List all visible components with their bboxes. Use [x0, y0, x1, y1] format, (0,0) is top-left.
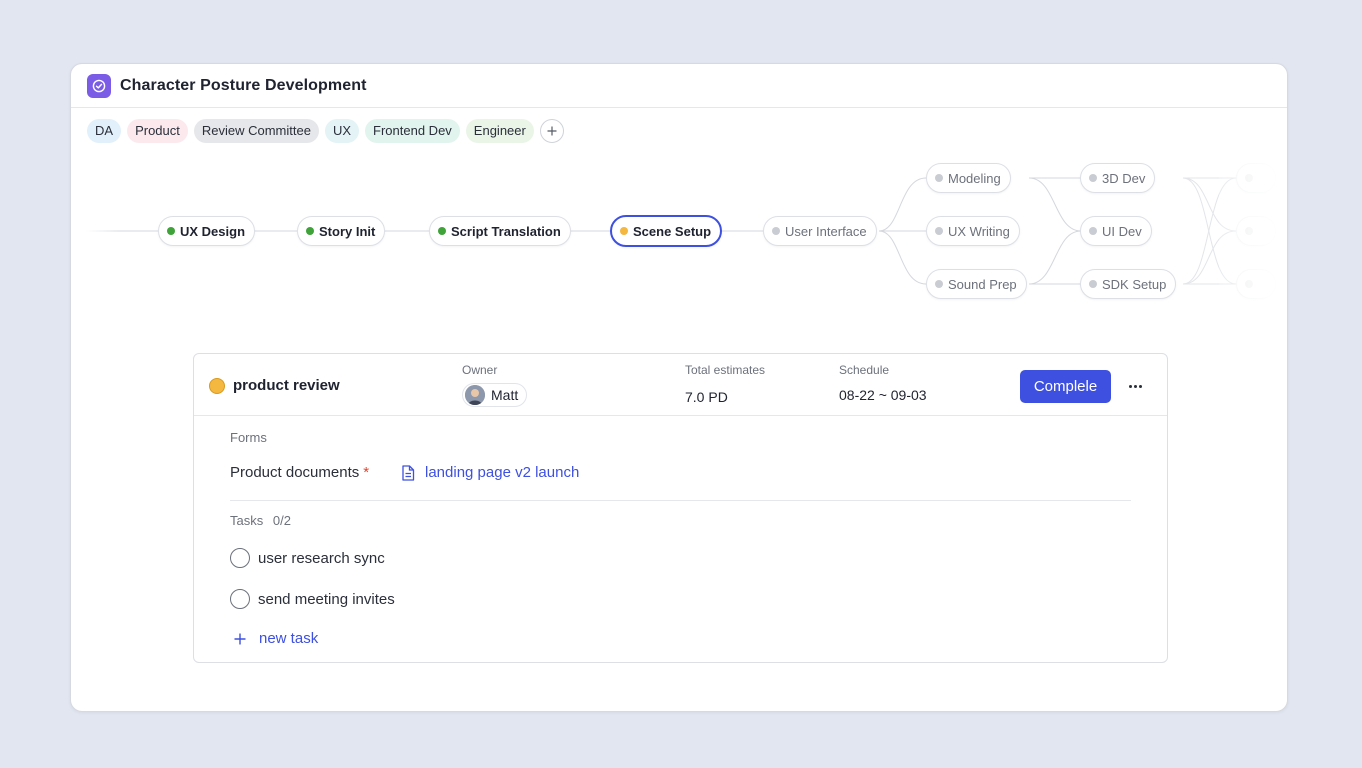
- add-tag-button[interactable]: [539, 119, 564, 143]
- node-label: 3D Dev: [1102, 170, 1146, 186]
- node-ux-design[interactable]: UX Design: [158, 216, 256, 246]
- document-link-label: landing page v2 launch: [425, 464, 580, 481]
- graph-fade-right: [1219, 154, 1287, 314]
- document-link[interactable]: landing page v2 launch: [401, 464, 579, 481]
- plus-icon: [234, 633, 246, 644]
- owner-chip[interactable]: Matt: [462, 383, 528, 407]
- check-circle-icon: [87, 73, 111, 98]
- section-divider: [230, 500, 1131, 501]
- tag-da[interactable]: DA: [87, 119, 122, 143]
- workflow-card: Character Posture Development DA Product…: [70, 63, 1288, 712]
- new-task-label: new task: [259, 630, 319, 647]
- node-3d-dev[interactable]: 3D Dev: [1080, 163, 1156, 193]
- node-story-init[interactable]: Story Init: [297, 216, 386, 246]
- node-label: Story Init: [319, 223, 376, 239]
- status-pending-icon: [935, 174, 943, 182]
- stage-name: product review: [233, 377, 340, 394]
- estimates-label: Total estimates: [685, 363, 766, 377]
- node-modeling[interactable]: Modeling: [926, 163, 1011, 193]
- node-ux-writing[interactable]: UX Writing: [926, 216, 1020, 246]
- status-done-icon: [438, 227, 446, 235]
- node-label: Sound Prep: [948, 276, 1017, 292]
- node-label: UI Dev: [1102, 223, 1142, 239]
- node-label: SDK Setup: [1102, 276, 1167, 292]
- tasks-count: 0/2: [272, 513, 291, 528]
- stage-detail-header: product review Owner Matt Total estimate…: [194, 354, 1167, 416]
- tag-engineer[interactable]: Engineer: [465, 119, 534, 143]
- required-mark: *: [363, 464, 370, 481]
- stage-detail-panel: product review Owner Matt Total estimate…: [193, 353, 1168, 663]
- document-icon: [402, 464, 415, 481]
- tag-frontend-dev[interactable]: Frontend Dev: [365, 119, 460, 143]
- tasks-section-label: Tasks 0/2: [230, 513, 291, 528]
- owner-label: Owner: [462, 363, 498, 377]
- avatar: [465, 385, 485, 405]
- status-pending-icon: [935, 280, 943, 288]
- node-label: Scene Setup: [633, 223, 712, 239]
- tasks-label: Tasks: [230, 513, 264, 528]
- workflow-graph: UX Design Story Init Script Translation …: [71, 154, 1287, 314]
- node-script-translation[interactable]: Script Translation: [429, 216, 571, 246]
- task-label[interactable]: user research sync: [258, 550, 385, 567]
- node-user-interface[interactable]: User Interface: [763, 216, 877, 246]
- task-item: send meeting invites: [230, 589, 395, 609]
- node-label: Modeling: [948, 170, 1001, 186]
- status-pending-icon: [935, 227, 943, 235]
- task-label[interactable]: send meeting invites: [258, 591, 395, 608]
- task-checkbox[interactable]: [230, 589, 250, 609]
- graph-fade-left: [71, 154, 121, 314]
- new-task-button[interactable]: new task: [234, 630, 318, 647]
- status-pending-icon: [1089, 280, 1097, 288]
- status-pending-icon: [1089, 174, 1097, 182]
- schedule-value[interactable]: 08-22 ~ 09-03: [839, 387, 927, 403]
- task-item: user research sync: [230, 548, 385, 568]
- forms-section-label: Forms: [230, 430, 267, 445]
- node-sdk-setup[interactable]: SDK Setup: [1080, 269, 1177, 299]
- node-label: User Interface: [785, 223, 867, 239]
- status-done-icon: [306, 227, 314, 235]
- complete-button[interactable]: Complele: [1020, 370, 1111, 403]
- plus-icon: [547, 126, 557, 136]
- status-pending-icon: [772, 227, 780, 235]
- node-label: UX Design: [180, 223, 246, 239]
- tag-list: DA Product Review Committee UX Frontend …: [87, 119, 564, 143]
- tag-review-committee[interactable]: Review Committee: [193, 119, 319, 143]
- status-pending-icon: [1089, 227, 1097, 235]
- page-title: Character Posture Development: [120, 76, 367, 94]
- node-ui-dev[interactable]: UI Dev: [1080, 216, 1152, 246]
- more-options-icon[interactable]: [1124, 374, 1146, 398]
- status-in-progress-icon: [209, 378, 225, 394]
- header: Character Posture Development: [71, 64, 1287, 108]
- schedule-label: Schedule: [839, 363, 890, 377]
- estimates-value: 7.0 PD: [685, 389, 728, 405]
- node-sound-prep[interactable]: Sound Prep: [926, 269, 1027, 299]
- status-active-icon: [620, 227, 628, 235]
- owner-name: Matt: [491, 387, 519, 403]
- node-scene-setup[interactable]: Scene Setup: [610, 215, 723, 247]
- tag-product[interactable]: Product: [127, 119, 188, 143]
- node-label: UX Writing: [948, 223, 1010, 239]
- form-field-text: Product documents: [230, 464, 360, 481]
- task-checkbox[interactable]: [230, 548, 250, 568]
- node-label: Script Translation: [451, 223, 561, 239]
- status-done-icon: [167, 227, 175, 235]
- form-field-label: Product documents *: [230, 464, 369, 481]
- tag-ux[interactable]: UX: [324, 119, 360, 143]
